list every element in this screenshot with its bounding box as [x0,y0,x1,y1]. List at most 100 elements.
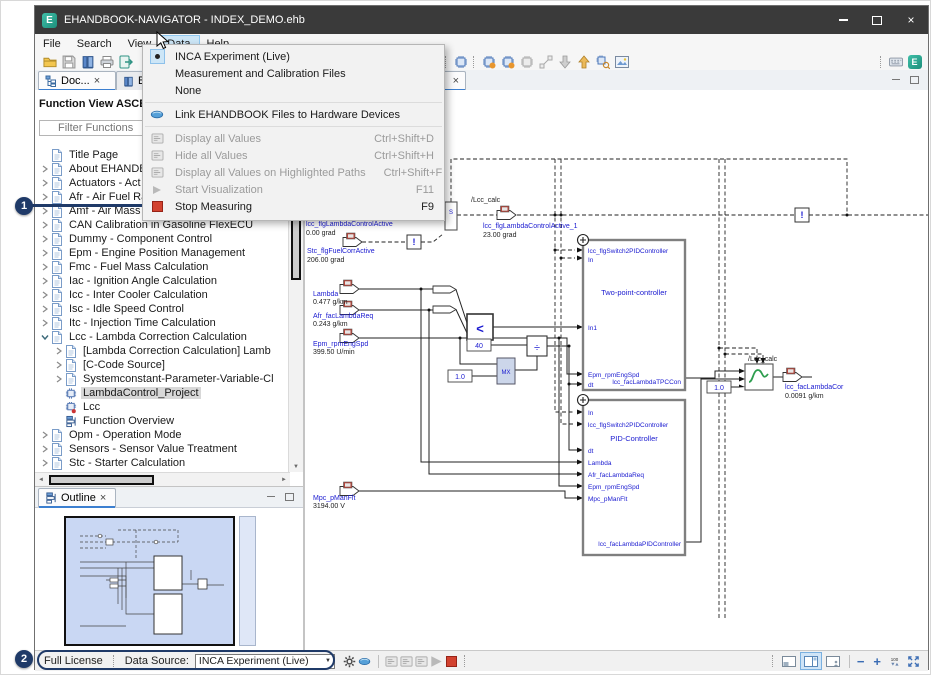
component-insert-icon[interactable] [453,54,468,69]
open-file-icon[interactable] [42,54,57,69]
save-icon[interactable] [61,54,76,69]
tree-item[interactable]: Icc - Inter Cooler Calculation [35,288,290,302]
menu-item-hide-all-values[interactable]: Hide all Values Ctrl+Shift+H [143,147,444,164]
zoom-100-button[interactable]: 100 [887,654,902,668]
chevron-right-icon[interactable] [39,221,51,229]
tree-item[interactable]: Dummy - Component Control [35,232,290,246]
chevron-right-icon[interactable] [39,263,51,271]
outline-thumbnail[interactable] [64,516,235,646]
report-icon[interactable] [80,54,95,69]
tree-item[interactable]: Itc - Injection Time Calculation [35,316,290,330]
virtual-keyboard-icon[interactable] [888,54,903,69]
tab-documents[interactable]: Doc... × [38,71,116,90]
zoom-out-button[interactable]: − [857,655,865,668]
print-icon[interactable] [99,54,114,69]
expand-plus-icon[interactable] [578,235,589,246]
selector-block[interactable] [445,202,457,230]
navigate-down-icon[interactable] [557,54,572,69]
two-point-controller-block[interactable] [583,240,685,390]
chevron-right-icon[interactable] [53,361,65,369]
tree-item[interactable]: Fmc - Fuel Mass Calculation [35,260,290,274]
tree-item[interactable]: Lcc [35,400,290,414]
display-values-icon[interactable] [384,654,399,668]
component-a-icon[interactable] [500,54,515,69]
menu-item-stop-measuring[interactable]: Stop Measuring F9 [143,198,444,215]
tree-item[interactable]: Isc - Idle Speed Control [35,302,290,316]
chevron-right-icon[interactable] [39,431,51,439]
tree-item[interactable]: Sensors - Sensor Value Treatment [35,442,290,456]
chevron-right-icon[interactable] [39,305,51,313]
maximize-panel-icon[interactable] [283,491,295,502]
component-gray-icon[interactable] [519,54,534,69]
chevron-right-icon[interactable] [39,249,51,257]
link-hardware-icon[interactable] [357,654,372,668]
close-tab-icon[interactable]: × [100,493,106,504]
component-search-icon[interactable] [595,54,610,69]
chevron-right-icon[interactable] [53,375,65,383]
input-port-icon[interactable] [343,233,362,247]
expand-plus-icon[interactable] [578,395,589,406]
display-values-highlighted-icon[interactable] [414,654,429,668]
close-button[interactable]: × [894,6,928,34]
chevron-down-icon[interactable] [39,333,51,341]
output-port-icon[interactable] [783,368,802,382]
component-d-icon[interactable] [481,54,496,69]
menu-item-link-hardware[interactable]: Link EHANDBOOK Files to Hardware Devices [143,106,444,123]
layout-split-button[interactable] [800,652,822,670]
scrollbar-thumb[interactable] [49,475,154,485]
tree-item[interactable]: Lcc - Lambda Correction Calculation [35,330,290,344]
zoom-in-button[interactable]: + [873,655,881,668]
tree-item[interactable]: Iac - Ignition Angle Calculation [35,274,290,288]
chevron-right-icon[interactable] [39,179,51,187]
close-tab-icon[interactable]: × [94,76,100,87]
tree-item[interactable]: Epm - Engine Position Management [35,246,290,260]
hide-values-icon[interactable] [399,654,414,668]
menu-item-measurement-files[interactable]: Measurement and Calibration Files [143,65,444,82]
chevron-right-icon[interactable] [39,193,51,201]
chevron-right-icon[interactable] [39,277,51,285]
menu-file[interactable]: File [35,36,69,52]
layout-outline-button[interactable] [822,652,844,670]
chevron-right-icon[interactable] [39,291,51,299]
navigate-up-gold-icon[interactable] [576,54,591,69]
tree-item[interactable]: Opm - Operation Mode [35,428,290,442]
screenshot-icon[interactable] [614,54,629,69]
minimize-button[interactable] [826,6,860,34]
export-icon[interactable] [118,54,133,69]
tree-item[interactable]: Stc - Starter Calculation [35,456,290,470]
maximize-panel-icon[interactable] [908,74,920,85]
menu-item-inca-experiment[interactable]: INCA Experiment (Live) [143,48,444,65]
layout-single-button[interactable] [778,652,800,670]
switch-block[interactable] [745,364,773,390]
chevron-right-icon[interactable] [39,459,51,467]
stop-measuring-icon[interactable] [444,654,459,668]
close-tab-icon[interactable]: × [453,76,459,87]
menu-item-start-visualization[interactable]: Start Visualization F11 [143,181,444,198]
maximize-button[interactable] [860,6,894,34]
settings-gear-icon[interactable] [342,654,357,668]
chevron-right-icon[interactable] [39,207,51,215]
tree-item-selected[interactable]: LambdaControl_Project [35,386,290,400]
fit-screen-button[interactable] [906,654,921,668]
probe-port-icon[interactable] [497,206,516,220]
ehandbook-icon[interactable]: E [907,54,922,69]
chevron-right-icon[interactable] [39,445,51,453]
tree-item[interactable]: [Lambda Correction Calculation] Lamb [35,344,290,358]
input-port-icon[interactable] [340,482,359,496]
chevron-right-icon[interactable] [39,319,51,327]
chevron-right-icon[interactable] [39,235,51,243]
chevron-right-icon[interactable] [39,165,51,173]
tree-item[interactable]: Systemconstant-Parameter-Variable-Cl [35,372,290,386]
menu-item-display-highlighted[interactable]: Display all Values on Highlighted Paths … [143,164,444,181]
chevron-right-icon[interactable] [53,347,65,355]
tab-outline[interactable]: Outline × [38,488,116,507]
tree-item[interactable]: [C-Code Source] [35,358,290,372]
start-visualization-icon[interactable] [429,654,444,668]
menu-item-display-all-values[interactable]: Display all Values Ctrl+Shift+D [143,130,444,147]
menu-item-none[interactable]: None [143,82,444,99]
tree-item[interactable]: Function Overview [35,414,290,428]
menu-search[interactable]: Search [69,36,120,52]
connector-icon[interactable] [538,54,553,69]
horizontal-scrollbar[interactable]: ◄ ► [35,472,290,487]
minimize-panel-icon[interactable] [890,74,902,85]
